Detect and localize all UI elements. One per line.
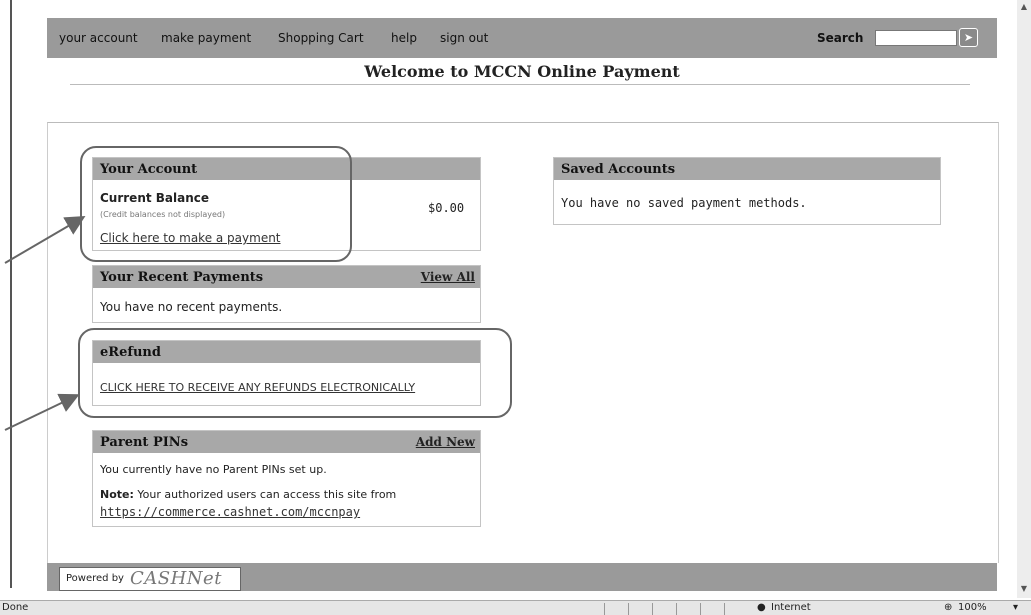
- scroll-down-icon[interactable]: ▼: [1019, 584, 1029, 594]
- saved-accounts-panel: Saved Accounts You have no saved payment…: [553, 157, 941, 225]
- globe-icon: ●: [757, 602, 766, 613]
- recent-payments-panel: Your Recent Payments View All You have n…: [92, 265, 481, 323]
- arrow-to-erefund: [4, 393, 80, 431]
- parent-pins-note: Note: Your authorized users can access t…: [100, 488, 396, 501]
- callout-arrows: [4, 215, 86, 431]
- status-divider: [724, 603, 725, 615]
- parent-pins-empty: You currently have no Parent PINs set up…: [100, 463, 327, 476]
- zoom-icon[interactable]: ⊕: [944, 602, 952, 613]
- view-all-link[interactable]: View All: [421, 270, 475, 284]
- scroll-up-icon[interactable]: ▲: [1019, 2, 1029, 12]
- nav-make-payment[interactable]: make payment: [161, 31, 251, 45]
- saved-accounts-title: Saved Accounts: [561, 162, 676, 177]
- note-label: Note:: [100, 488, 134, 501]
- powered-by-label: Powered by: [66, 573, 124, 584]
- security-zone: Internet: [771, 602, 811, 613]
- callout-box-account: [80, 146, 352, 262]
- search-go-icon[interactable]: ➤: [959, 28, 978, 47]
- recent-payments-header: Your Recent Payments View All: [93, 266, 480, 288]
- footer-bar: Powered by CASHNet: [47, 563, 997, 591]
- nav-shopping-cart[interactable]: Shopping Cart: [278, 31, 364, 45]
- cashnet-brand: CASHNet: [130, 568, 222, 589]
- status-divider: [700, 603, 701, 615]
- add-new-link[interactable]: Add New: [416, 435, 475, 449]
- nav-help[interactable]: help: [391, 31, 417, 45]
- top-nav: your account make payment Shopping Cart …: [47, 18, 997, 58]
- title-divider: [70, 84, 970, 85]
- search-label: Search: [817, 31, 864, 45]
- cashnet-url-link[interactable]: https://commerce.cashnet.com/mccnpay: [100, 505, 360, 519]
- status-divider: [628, 603, 629, 615]
- zoom-dropdown-icon[interactable]: ▾: [1013, 602, 1018, 613]
- parent-pins-header: Parent PINs Add New: [93, 431, 480, 453]
- cashnet-logo: Powered by CASHNet: [59, 567, 241, 591]
- balance-value: $0.00: [428, 201, 465, 215]
- status-divider: [676, 603, 677, 615]
- recent-payments-title: Your Recent Payments: [100, 270, 264, 285]
- page-title: Welcome to MCCN Online Payment: [364, 62, 680, 81]
- status-text: Done: [2, 602, 29, 613]
- saved-accounts-header: Saved Accounts: [554, 158, 940, 180]
- search-input[interactable]: [875, 30, 957, 46]
- arrow-to-account: [4, 215, 86, 264]
- nav-sign-out[interactable]: sign out: [440, 31, 488, 45]
- status-divider: [652, 603, 653, 615]
- callout-box-erefund: [78, 328, 512, 418]
- saved-accounts-empty: You have no saved payment methods.: [561, 196, 807, 210]
- note-text: Your authorized users can access this si…: [133, 488, 397, 501]
- zoom-level[interactable]: 100%: [958, 602, 987, 613]
- browser-status-bar: Done ● Internet ⊕ 100% ▾: [0, 600, 1031, 615]
- vertical-scrollbar[interactable]: ▲ ▼: [1017, 0, 1031, 598]
- parent-pins-panel: Parent PINs Add New You currently have n…: [92, 430, 481, 527]
- recent-payments-empty: You have no recent payments.: [100, 300, 283, 314]
- status-divider: [604, 603, 605, 615]
